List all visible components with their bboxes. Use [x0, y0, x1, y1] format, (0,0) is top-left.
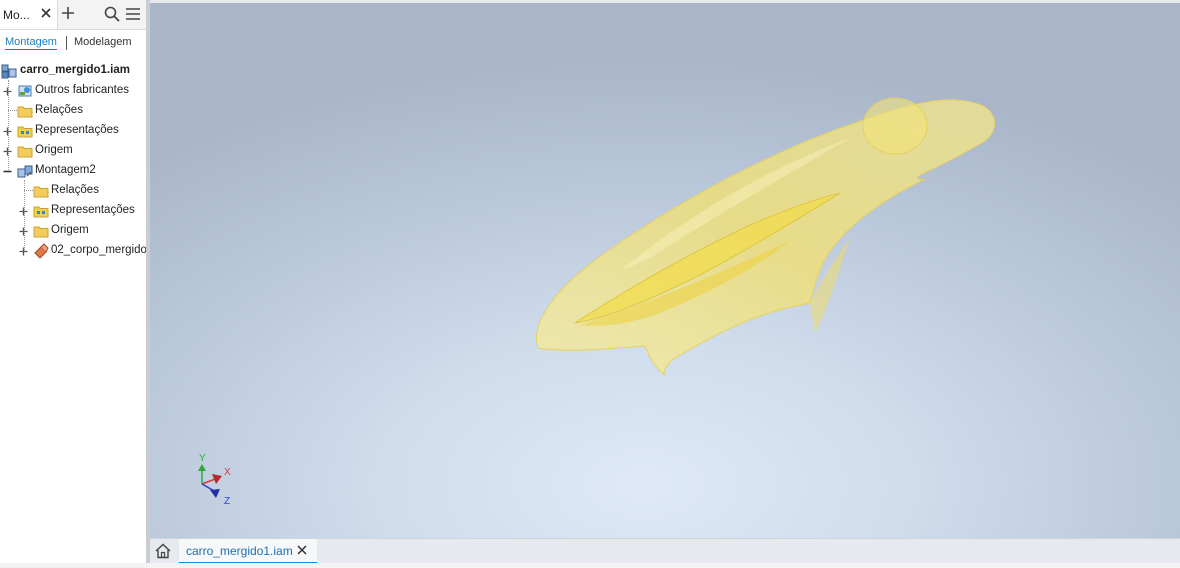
expand-plus-icon[interactable]: [3, 127, 12, 136]
tree-item-representacoes[interactable]: Representações: [0, 122, 146, 140]
expand-plus-icon[interactable]: [3, 87, 12, 96]
expand-plus-icon[interactable]: [19, 227, 28, 236]
tree-item-label: 02_corpo_mergido: [51, 244, 147, 256]
tree-item-label: Origem: [35, 144, 73, 156]
representations-folder-icon: [33, 206, 49, 218]
tree-item-representacoes-child[interactable]: Representações: [0, 202, 146, 220]
expand-plus-icon[interactable]: [19, 247, 28, 256]
tree-item-label: Outros fabricantes: [35, 84, 129, 96]
hamburger-menu-icon[interactable]: [125, 7, 141, 21]
tree-root-assembly[interactable]: carro_mergido1.iam: [0, 62, 146, 80]
document-tab[interactable]: carro_mergido1.iam: [179, 539, 317, 564]
folder-icon: [17, 106, 33, 118]
plus-icon[interactable]: [61, 6, 75, 20]
model-browser-panel: Mo... Montagem Modelagem carro_mergido1.…: [0, 0, 147, 563]
browser-tab[interactable]: Mo...: [0, 0, 58, 29]
3d-model-hull: [536, 97, 995, 376]
derived-part-icon: [34, 243, 49, 259]
search-icon[interactable]: [104, 6, 120, 22]
mode-tabs: Montagem Modelagem: [0, 33, 146, 53]
tree-root-label: carro_mergido1.iam: [20, 64, 130, 76]
subassembly-icon: [17, 165, 33, 178]
folder-icon: [33, 186, 49, 198]
close-icon[interactable]: [296, 544, 308, 556]
tree-item-montagem2[interactable]: Montagem2: [0, 162, 146, 180]
y-axis-label: Y: [199, 453, 206, 464]
browser-tab-label: Mo...: [3, 8, 30, 22]
representations-folder-icon: [17, 126, 33, 138]
status-bar: [0, 563, 1180, 568]
z-axis-arrow: [210, 489, 220, 498]
panel-header: Mo...: [0, 0, 146, 30]
assembly-icon: [1, 64, 17, 79]
expand-plus-icon[interactable]: [19, 207, 28, 216]
close-icon[interactable]: [39, 6, 53, 20]
tree-item-origem[interactable]: Origem: [0, 142, 146, 160]
z-axis-label: Z: [224, 496, 230, 507]
tab-montagem[interactable]: Montagem: [5, 36, 57, 50]
axis-triad: Y X Z: [198, 453, 231, 507]
tree-item-label: Representações: [51, 204, 135, 216]
tree-item-label: Relações: [35, 104, 83, 116]
collapse-minus-icon[interactable]: [3, 167, 12, 176]
tree-item-origem-child[interactable]: Origem: [0, 222, 146, 240]
folder-icon: [17, 146, 33, 158]
tree-item-label: Representações: [35, 124, 119, 136]
tab-modelagem[interactable]: Modelagem: [74, 36, 131, 48]
tree-item-corpo-mergido[interactable]: 02_corpo_mergido: [0, 242, 147, 260]
expand-plus-icon[interactable]: [3, 147, 12, 156]
home-icon[interactable]: [154, 542, 172, 560]
tree-item-label: Origem: [51, 224, 89, 236]
mode-tab-separator: [66, 36, 67, 50]
third-party-icon: [18, 85, 32, 97]
tree-item-relacoes-child[interactable]: Relações: [0, 182, 146, 200]
tree-item-outros-fabricantes[interactable]: Outros fabricantes: [0, 82, 146, 100]
document-tab-label: carro_mergido1.iam: [186, 544, 293, 558]
tree-item-relacoes[interactable]: Relações: [0, 102, 146, 120]
folder-icon: [33, 226, 49, 238]
y-axis-arrow: [198, 464, 206, 471]
tree-item-label: Montagem2: [35, 164, 96, 176]
x-axis-label: X: [224, 467, 231, 478]
tree-item-label: Relações: [51, 184, 99, 196]
document-tab-bar: carro_mergido1.iam: [150, 538, 1180, 564]
